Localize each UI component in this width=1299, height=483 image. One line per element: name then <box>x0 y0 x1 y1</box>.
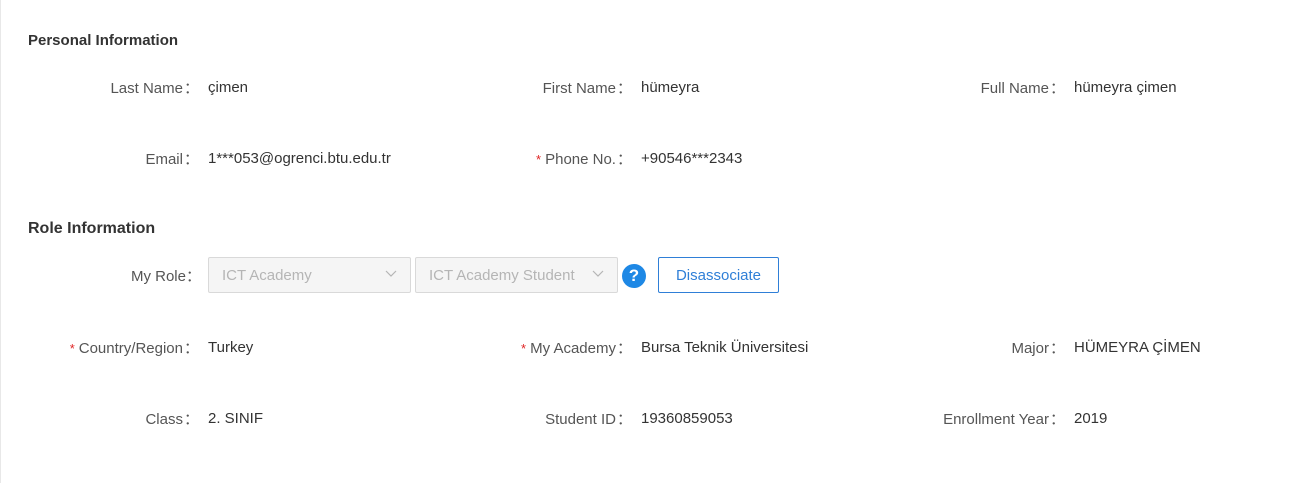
my-academy-field: * My Academy： Bursa Teknik Üniversitesi <box>521 338 809 357</box>
chevron-down-icon <box>385 270 397 277</box>
student-id-label: Student ID <box>545 410 616 428</box>
class-value: 2. SINIF <box>208 409 264 427</box>
role-category-select[interactable]: ICT Academy <box>208 257 411 293</box>
enrollment-year-value: 2019 <box>1074 409 1108 427</box>
disassociate-button[interactable]: Disassociate <box>658 257 779 293</box>
student-id-value: 19360859053 <box>641 409 733 427</box>
last-name-value: çimen <box>208 78 249 96</box>
help-question-icon[interactable]: ? <box>622 264 646 288</box>
my-academy-label: My Academy <box>530 339 616 357</box>
my-academy-value: Bursa Teknik Üniversitesi <box>641 338 809 356</box>
email-field: Email： 1***053@ogrenci.btu.edu.tr <box>145 149 391 168</box>
country-region-field: * Country/Region： Turkey <box>69 338 254 357</box>
personal-information-heading: Personal Information <box>28 32 179 49</box>
my-role-row: My Role： ICT Academy ICT Academy Student… <box>1 257 779 293</box>
class-label: Class <box>145 410 183 428</box>
full-name-field: Full Name： hümeyra çimen <box>980 78 1177 97</box>
role-type-select[interactable]: ICT Academy Student <box>415 257 618 293</box>
enrollment-year-label: Enrollment Year <box>943 410 1049 428</box>
email-label: Email <box>145 150 183 168</box>
last-name-label: Last Name <box>110 79 183 97</box>
full-name-value: hümeyra çimen <box>1074 78 1177 96</box>
last-name-field: Last Name： çimen <box>110 78 249 97</box>
major-field: Major： HÜMEYRA ÇİMEN <box>1011 338 1201 357</box>
required-asterisk: * <box>69 340 75 356</box>
major-value: HÜMEYRA ÇİMEN <box>1074 338 1201 356</box>
my-role-label: My Role <box>130 267 186 285</box>
student-id-field: Student ID： 19360859053 <box>545 409 733 428</box>
enrollment-year-field: Enrollment Year： 2019 <box>943 409 1108 428</box>
full-name-label: Full Name <box>980 79 1049 97</box>
profile-page: Personal Information Last Name： çimen Fi… <box>0 0 1299 483</box>
required-asterisk: * <box>521 340 527 356</box>
major-label: Major <box>1011 339 1049 357</box>
country-region-value: Turkey <box>208 338 254 356</box>
class-field: Class： 2. SINIF <box>145 409 264 428</box>
phone-value: +90546***2343 <box>641 149 743 167</box>
required-asterisk: * <box>536 151 542 167</box>
first-name-label: First Name <box>542 79 616 97</box>
country-region-label: Country/Region <box>78 339 183 357</box>
phone-field: * Phone No.： +90546***2343 <box>536 149 743 168</box>
phone-label: Phone No. <box>545 150 616 168</box>
role-information-heading: Role Information <box>28 220 156 237</box>
first-name-value: hümeyra <box>641 78 700 96</box>
email-value: 1***053@ogrenci.btu.edu.tr <box>208 149 391 167</box>
role-type-value: ICT Academy Student <box>429 266 575 284</box>
first-name-field: First Name： hümeyra <box>542 78 700 97</box>
chevron-down-icon <box>592 270 604 277</box>
role-category-value: ICT Academy <box>222 266 312 284</box>
